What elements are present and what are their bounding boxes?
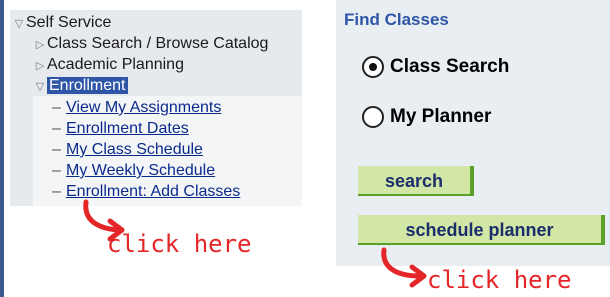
view-my-assignments-link[interactable]: View My Assignments bbox=[66, 99, 221, 116]
nav-item-academic-planning[interactable]: ▷ Academic Planning bbox=[33, 55, 184, 75]
nav-item-enrollment[interactable]: ▽ Enrollment bbox=[33, 76, 129, 96]
radio-selected-icon[interactable] bbox=[362, 55, 384, 78]
my-weekly-schedule-link[interactable]: My Weekly Schedule bbox=[66, 162, 215, 179]
submenu-item-view-my-assignments: – View My Assignments bbox=[52, 98, 221, 118]
class-search-label: Class Search bbox=[390, 56, 510, 77]
triangle-down-icon: ▽ bbox=[35, 81, 45, 93]
nav-item-label-selected: Enrollment bbox=[47, 77, 129, 94]
submenu-item-my-weekly-schedule: – My Weekly Schedule bbox=[52, 161, 215, 181]
left-edge-stripe bbox=[0, 0, 4, 297]
triangle-right-icon: ▷ bbox=[35, 60, 45, 72]
nav-item-class-search-browse-catalog[interactable]: ▷ Class Search / Browse Catalog bbox=[33, 34, 269, 54]
triangle-right-icon: ▷ bbox=[35, 39, 45, 51]
enrollment-dates-link[interactable]: Enrollment Dates bbox=[66, 120, 189, 137]
nav-item-label: Self Service bbox=[26, 14, 112, 31]
nav-item-label: Academic Planning bbox=[47, 56, 184, 73]
triangle-down-icon: ▽ bbox=[14, 18, 24, 30]
my-class-schedule-link[interactable]: My Class Schedule bbox=[66, 141, 203, 158]
dash-marker: – bbox=[52, 120, 61, 137]
dash-marker: – bbox=[52, 141, 61, 158]
radio-unselected-icon[interactable] bbox=[362, 105, 384, 128]
right-click-here-annotation: click here bbox=[427, 266, 572, 294]
dash-marker: – bbox=[52, 162, 61, 179]
find-classes-title: Find Classes bbox=[344, 10, 449, 29]
submenu-item-my-class-schedule: – My Class Schedule bbox=[52, 140, 203, 160]
class-search-option[interactable]: Class Search bbox=[362, 52, 509, 82]
left-click-here-annotation: click here bbox=[107, 230, 252, 258]
nav-item-self-service[interactable]: ▽ Self Service bbox=[12, 13, 112, 33]
schedule-planner-button[interactable]: schedule planner bbox=[358, 215, 605, 245]
nav-item-label: Class Search / Browse Catalog bbox=[47, 35, 269, 52]
dash-marker: – bbox=[52, 99, 61, 116]
submenu-item-enrollment-dates: – Enrollment Dates bbox=[52, 119, 189, 139]
my-planner-option[interactable]: My Planner bbox=[362, 102, 491, 132]
search-button[interactable]: search bbox=[358, 166, 474, 196]
dash-marker: – bbox=[52, 183, 61, 200]
my-planner-label: My Planner bbox=[390, 106, 492, 127]
